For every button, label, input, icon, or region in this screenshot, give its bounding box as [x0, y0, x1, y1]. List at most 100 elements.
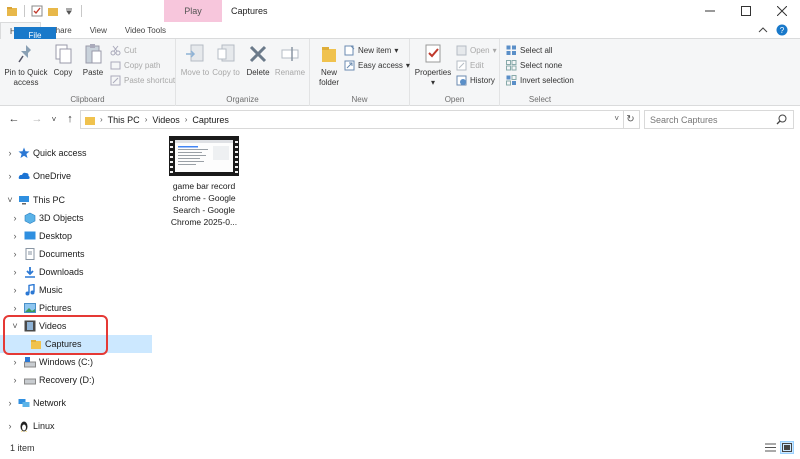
quick-access-toolbar — [0, 0, 84, 22]
chevron-down-icon[interactable]: ˅ — [6, 195, 14, 205]
paste-label: Paste — [82, 68, 104, 77]
chevron-right-icon[interactable]: › — [6, 421, 14, 431]
copy-path-icon — [110, 60, 121, 71]
close-button[interactable] — [764, 0, 800, 22]
open-button[interactable]: Open ▾ — [456, 43, 497, 57]
screenshot-preview-icon — [175, 140, 233, 165]
file-item[interactable]: game bar record chrome - Google Search -… — [166, 136, 242, 228]
chevron-right-icon[interactable]: › — [6, 171, 14, 181]
nav-label: OneDrive — [33, 171, 72, 181]
nav-item-quick-access[interactable]: › Quick access — [0, 144, 152, 162]
navigation-pane: › Quick access › OneDrive ˅ This PC › 3D… — [0, 131, 152, 437]
invert-selection-icon — [506, 74, 517, 86]
refresh-icon: ↻ — [626, 114, 635, 125]
chevron-right-icon[interactable]: › — [11, 285, 19, 295]
tab-video-tools[interactable]: Video Tools — [116, 22, 175, 39]
address-bar[interactable]: › This PC › Videos › Captures ˅ — [80, 110, 624, 129]
history-button[interactable]: History — [456, 73, 495, 87]
large-icons-view-button[interactable] — [780, 441, 794, 454]
nav-item-onedrive[interactable]: › OneDrive — [0, 167, 152, 185]
nav-item-documents[interactable]: › Documents — [0, 245, 152, 263]
dropdown-arrow-icon: ▾ — [394, 45, 399, 55]
forward-button[interactable]: → — [30, 112, 44, 126]
nav-item-linux[interactable]: › Linux — [0, 417, 152, 435]
customize-dropdown-icon[interactable] — [63, 5, 75, 17]
pin-icon — [15, 42, 37, 66]
select-none-label: Select none — [520, 60, 563, 70]
select-all-button[interactable]: Select all — [506, 43, 552, 57]
delete-button[interactable]: Delete — [244, 42, 272, 78]
chevron-right-icon[interactable]: › — [11, 267, 19, 277]
nav-item-this-pc[interactable]: ˅ This PC — [0, 191, 152, 209]
back-arrow-icon: ← — [8, 113, 20, 125]
select-all-label: Select all — [520, 45, 553, 55]
nav-label: Desktop — [39, 231, 73, 241]
properties-check-icon[interactable] — [31, 5, 43, 17]
separator — [81, 5, 82, 17]
recent-locations-button[interactable]: ˅ — [47, 112, 61, 126]
address-dropdown-icon[interactable]: ˅ — [614, 114, 619, 123]
nav-item-downloads[interactable]: › Downloads — [0, 263, 152, 281]
nav-item-windows-c[interactable]: › Windows (C:) — [0, 353, 152, 371]
copy-button[interactable]: Copy — [50, 42, 76, 78]
maximize-button[interactable] — [728, 0, 764, 22]
nav-label: Quick access — [33, 148, 87, 158]
tab-play[interactable]: Play — [164, 0, 222, 22]
chevron-right-icon[interactable]: › — [11, 213, 19, 223]
new-folder-icon — [318, 42, 340, 66]
up-button[interactable]: ↑ — [63, 112, 77, 126]
properties-check-icon — [422, 42, 444, 66]
search-input[interactable]: Search Captures — [644, 110, 794, 129]
paste-button[interactable]: Paste — [80, 42, 106, 78]
select-none-button[interactable]: Select none — [506, 58, 562, 72]
copy-path-button[interactable]: Copy path — [110, 58, 160, 72]
copy-to-button[interactable]: Copy to — [212, 42, 240, 78]
refresh-button[interactable]: ↻ — [622, 110, 640, 129]
new-folder-button[interactable]: New folder — [314, 42, 344, 88]
chevron-right-icon[interactable]: › — [11, 231, 19, 241]
pin-quick-access-button[interactable]: Pin to Quick access — [4, 42, 48, 88]
properties-button[interactable]: Properties ▾ — [414, 42, 452, 88]
nav-item-network[interactable]: › Network — [0, 394, 152, 412]
item-count: 1 item — [10, 443, 35, 453]
svg-text:?: ? — [780, 26, 785, 35]
move-to-button[interactable]: Move to — [180, 42, 210, 78]
tab-view[interactable]: View — [81, 22, 116, 39]
new-item-button[interactable]: New item ▾ — [344, 43, 398, 57]
breadcrumb-videos[interactable]: Videos — [152, 115, 179, 125]
large-icons-view-icon — [782, 443, 792, 452]
penguin-icon — [18, 420, 30, 432]
paste-shortcut-button[interactable]: Paste shortcut — [110, 73, 175, 87]
chevron-right-icon[interactable]: › — [11, 303, 19, 313]
edit-button[interactable]: Edit — [456, 58, 484, 72]
chevron-right-icon[interactable]: › — [6, 148, 14, 158]
nav-item-3d-objects[interactable]: › 3D Objects — [0, 209, 152, 227]
scissors-icon — [110, 45, 121, 56]
chevron-right-icon[interactable]: › — [11, 375, 19, 385]
back-button[interactable]: ← — [7, 112, 21, 126]
minimize-button[interactable] — [692, 0, 728, 22]
details-view-button[interactable] — [763, 441, 777, 454]
up-arrow-icon: ↑ — [67, 113, 73, 125]
collapse-ribbon-button[interactable] — [758, 25, 768, 37]
breadcrumb-this-pc[interactable]: This PC — [108, 115, 140, 125]
separator — [24, 5, 25, 17]
properties-label: Properties — [414, 68, 452, 77]
chevron-right-icon[interactable]: › — [11, 357, 19, 367]
chevron-right-icon[interactable]: › — [6, 398, 14, 408]
chevron-right-icon[interactable]: › — [11, 249, 19, 259]
rename-button[interactable]: Rename — [274, 42, 306, 78]
breadcrumb-captures[interactable]: Captures — [192, 115, 229, 125]
cloud-icon — [18, 170, 30, 182]
help-button[interactable]: ? — [776, 24, 788, 38]
new-folder-icon[interactable] — [47, 5, 59, 17]
nav-item-desktop[interactable]: › Desktop — [0, 227, 152, 245]
copy-label: Copy — [53, 68, 73, 77]
nav-item-music[interactable]: › Music — [0, 281, 152, 299]
cut-button[interactable]: Cut — [110, 43, 136, 57]
easy-access-button[interactable]: Easy access ▾ — [344, 58, 410, 72]
nav-item-recovery-d[interactable]: › Recovery (D:) — [0, 371, 152, 389]
invert-selection-button[interactable]: Invert selection — [506, 73, 574, 87]
select-group-label: Select — [528, 95, 552, 104]
open-group: Properties ▾ Open ▾ Edit History Open — [410, 39, 500, 106]
